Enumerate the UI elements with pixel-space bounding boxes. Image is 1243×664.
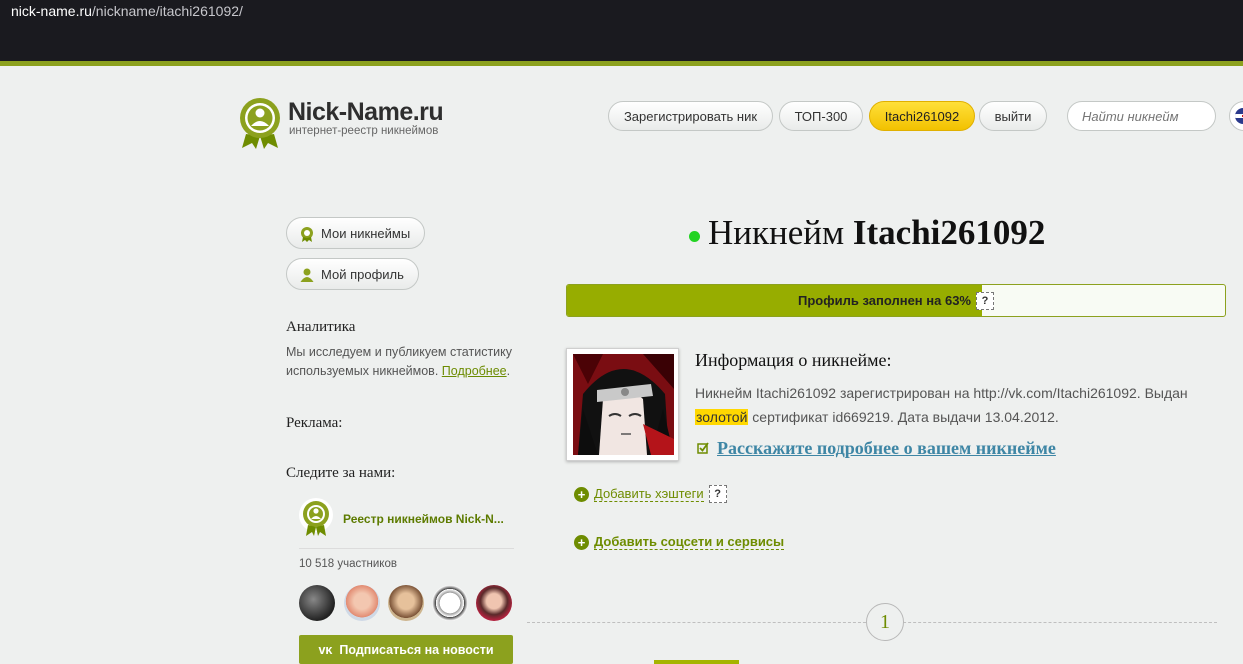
vk-icon: ᴠᴋ <box>318 642 333 657</box>
vk-group-widget: Реестр никнеймов Nick-N... 10 518 участн… <box>299 498 514 664</box>
nickname-avatar[interactable] <box>566 348 679 461</box>
uk-flag-icon <box>1235 108 1243 124</box>
logo-tagline: интернет-реестр никнеймов <box>289 125 439 137</box>
ads-heading: Реклама: <box>286 415 343 431</box>
page-number[interactable]: 1 <box>866 603 904 641</box>
search-input[interactable] <box>1067 101 1216 131</box>
my-nicknames-button[interactable]: Мои никнеймы <box>286 217 426 249</box>
add-hashtags-link[interactable]: + Добавить хэштеги ? <box>574 485 727 503</box>
register-nick-button[interactable]: Зарегистрировать ник <box>608 101 773 131</box>
divider <box>299 548 514 549</box>
vk-subscribe-button[interactable]: ᴠᴋ Подписаться на новости <box>299 635 513 664</box>
url-text[interactable]: nick-name.ru/nickname/itachi261092/ <box>11 3 243 19</box>
gold-certificate-label: золотой <box>695 409 749 425</box>
member-avatar[interactable] <box>344 585 380 621</box>
browser-address-bar[interactable]: nick-name.ru/nickname/itachi261092/ <box>0 0 1243 61</box>
member-avatar[interactable] <box>388 585 424 621</box>
page-title: Никнейм Itachi261092 <box>708 213 1046 252</box>
progress-label: Профиль заполнен на 63%? <box>567 285 1225 316</box>
progress-help-button[interactable]: ? <box>975 291 994 310</box>
online-status-dot <box>689 231 700 242</box>
language-switch-button[interactable] <box>1229 101 1243 131</box>
member-avatar[interactable] <box>432 585 468 621</box>
plus-icon: + <box>574 534 589 550</box>
group-logo-icon[interactable] <box>299 498 333 538</box>
hashtags-help-button[interactable]: ? <box>708 485 727 503</box>
nickname-info-text: Никнейм Itachi261092 зарегистрирован на … <box>695 385 1188 425</box>
user-icon <box>300 268 314 282</box>
avatar-image <box>573 354 674 455</box>
logout-button[interactable]: выйти <box>979 101 1047 131</box>
analytics-text: Мы исследуем и публикуем статистику испо… <box>286 345 513 378</box>
member-avatar[interactable] <box>299 585 335 621</box>
certificate-badge-icon <box>240 98 280 149</box>
edit-check-icon <box>697 442 709 454</box>
follow-heading: Следите за нами: <box>286 465 396 481</box>
tell-more-link[interactable]: Расскажите подробнее о вашем никнейме <box>717 438 1056 459</box>
top300-button[interactable]: ТОП-300 <box>779 101 863 131</box>
logo-name: Nick-Name.ru <box>288 98 444 126</box>
vk-group-name[interactable]: Реестр никнеймов Nick-N... <box>343 512 504 526</box>
header-accent-line <box>0 61 1243 66</box>
member-avatar[interactable] <box>476 585 512 621</box>
add-social-link[interactable]: + Добавить соцсети и сервисы <box>574 534 785 550</box>
site-logo[interactable]: Nick-Name.ru интернет-реестр никнеймов <box>238 96 458 152</box>
user-profile-button[interactable]: Itachi261092 <box>869 101 975 131</box>
badge-icon <box>301 227 313 242</box>
vk-member-count: 10 518 участников <box>299 558 397 570</box>
profile-progress-bar: Профиль заполнен на 63%? <box>566 284 1226 317</box>
analytics-heading: Аналитика <box>286 319 356 335</box>
bottom-tab-stub <box>654 660 739 664</box>
my-profile-button[interactable]: Мой профиль <box>286 258 419 290</box>
nickname-info-heading: Информация о никнейме: <box>695 350 892 370</box>
plus-icon: + <box>574 486 589 502</box>
analytics-more-link[interactable]: Подробнее <box>442 364 507 378</box>
